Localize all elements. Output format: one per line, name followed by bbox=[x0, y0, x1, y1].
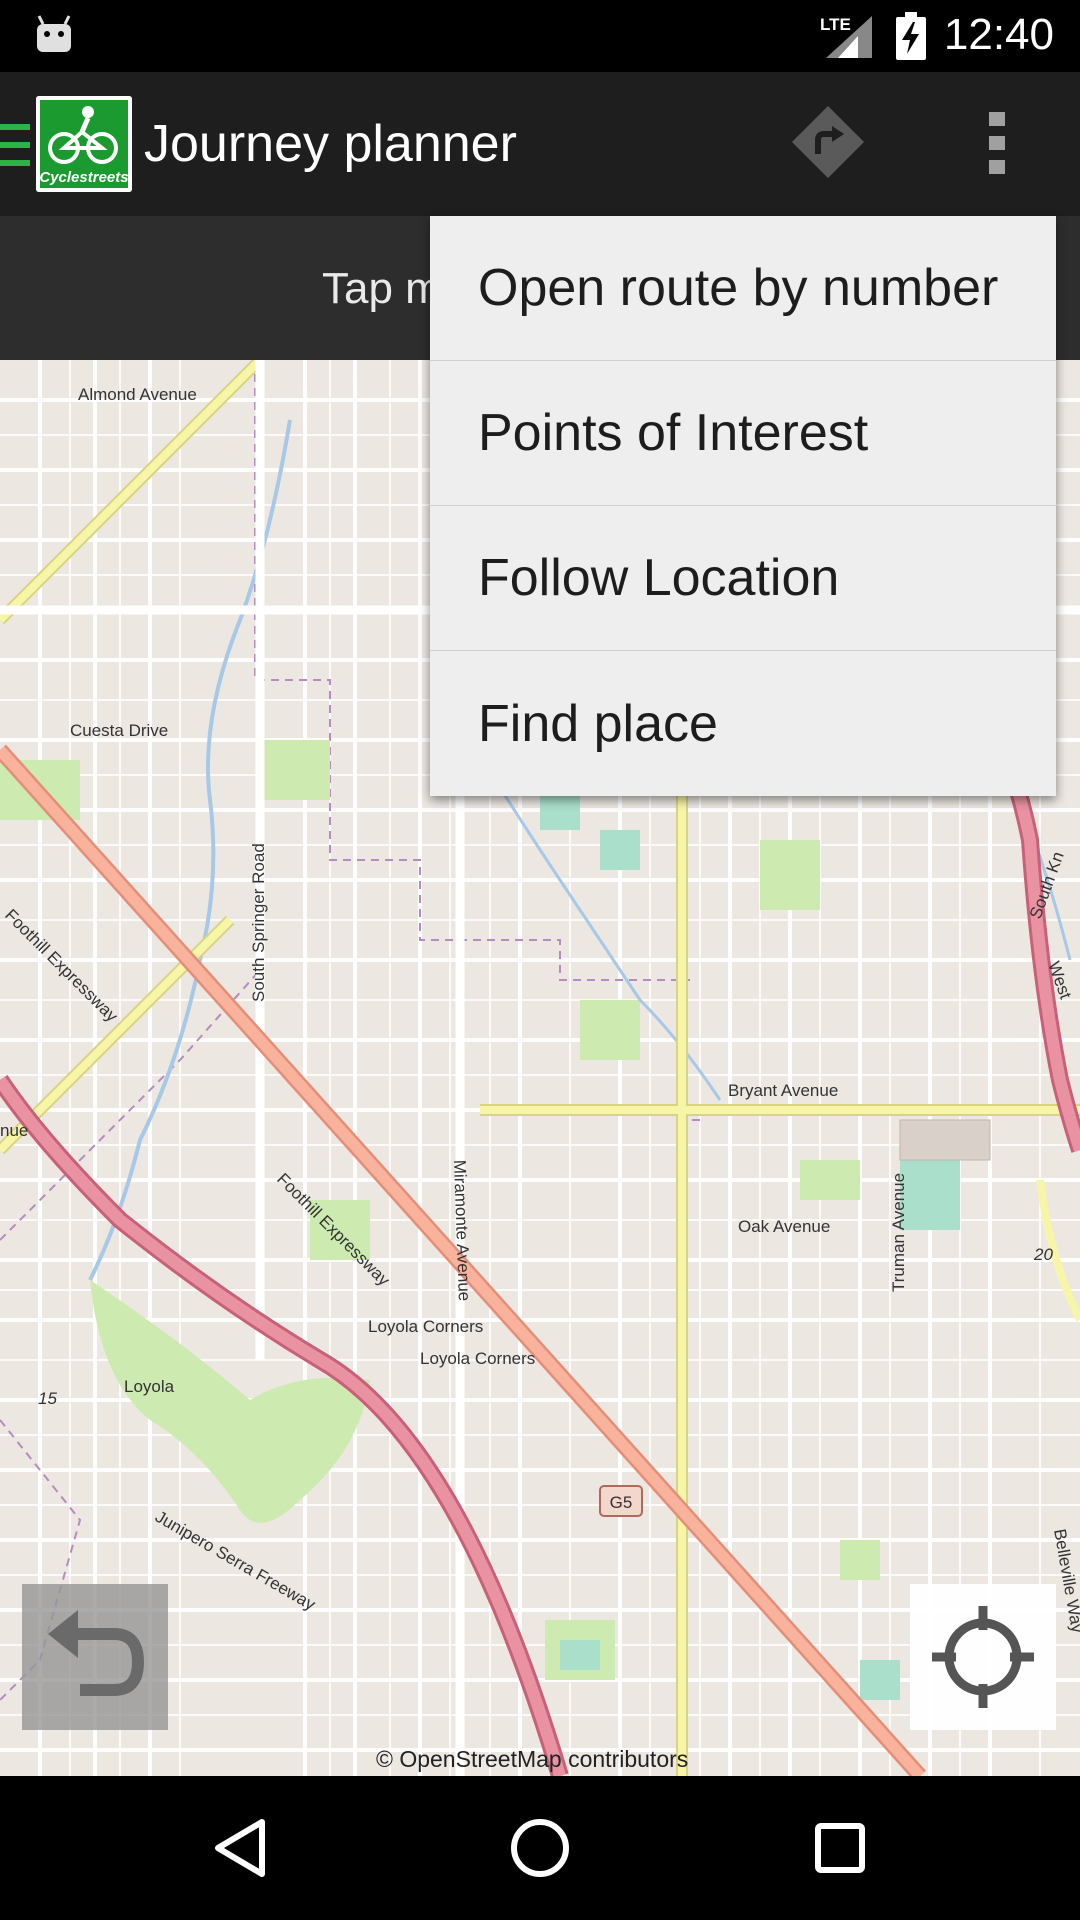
label-nue: nue bbox=[0, 1121, 28, 1140]
label-loyola-corners: Loyola Corners bbox=[420, 1349, 535, 1368]
label-route-20: 20 bbox=[1033, 1245, 1053, 1264]
drawer-icon[interactable] bbox=[0, 122, 30, 173]
label-cuesta-drive: Cuesta Drive bbox=[70, 721, 168, 740]
lte-signal-icon: LTE bbox=[818, 14, 874, 65]
menu-item-find-place[interactable]: Find place bbox=[430, 651, 1056, 796]
svg-text:G5: G5 bbox=[610, 1493, 633, 1512]
label-bryant-avenue: Bryant Avenue bbox=[728, 1081, 838, 1100]
menu-item-follow-location[interactable]: Follow Location bbox=[430, 506, 1056, 651]
nav-recents-icon[interactable] bbox=[814, 1822, 866, 1879]
undo-button[interactable] bbox=[22, 1584, 168, 1730]
app-logo[interactable]: Cyclestreets bbox=[36, 96, 132, 192]
label-truman-avenue: Truman Avenue bbox=[889, 1173, 908, 1292]
navigation-bar bbox=[0, 1776, 1080, 1920]
shield-g5: G5 bbox=[599, 1485, 643, 1517]
overflow-menu: Open route by number Points of Interest … bbox=[430, 216, 1056, 796]
app-title: Journey planner bbox=[144, 115, 517, 173]
label-almond-avenue: Almond Avenue bbox=[78, 385, 197, 404]
battery-charging-icon bbox=[896, 12, 926, 65]
android-icon bbox=[34, 14, 74, 59]
status-time: 12:40 bbox=[943, 10, 1054, 59]
map-attribution: © OpenStreetMap contributors bbox=[376, 1746, 689, 1772]
crosshair-locate-icon bbox=[910, 1606, 1056, 1734]
menu-item-points-of-interest[interactable]: Points of Interest bbox=[430, 361, 1056, 506]
route-directions-icon[interactable] bbox=[790, 104, 866, 185]
undo-arrow-icon bbox=[22, 1610, 168, 1734]
status-bar: LTE 12:40 bbox=[0, 0, 1080, 72]
label-loyola-corners-area: Loyola Corners bbox=[368, 1317, 483, 1336]
locate-me-button[interactable] bbox=[910, 1584, 1056, 1730]
svg-text:Cyclestreets: Cyclestreets bbox=[39, 169, 128, 186]
menu-item-open-route-by-number[interactable]: Open route by number bbox=[430, 216, 1056, 361]
nav-home-icon[interactable] bbox=[508, 1816, 572, 1885]
label-loyola: Loyola bbox=[124, 1377, 175, 1396]
svg-text:LTE: LTE bbox=[820, 15, 851, 34]
label-south-springer-road: South Springer Road bbox=[249, 843, 268, 1002]
overflow-menu-icon[interactable] bbox=[980, 110, 1014, 181]
label-oak-avenue: Oak Avenue bbox=[738, 1217, 830, 1236]
action-bar: Cyclestreets Journey planner bbox=[0, 72, 1080, 216]
nav-back-icon[interactable] bbox=[212, 1818, 272, 1883]
label-route-15: 15 bbox=[38, 1389, 57, 1408]
hint-text: Tap m bbox=[322, 264, 442, 313]
